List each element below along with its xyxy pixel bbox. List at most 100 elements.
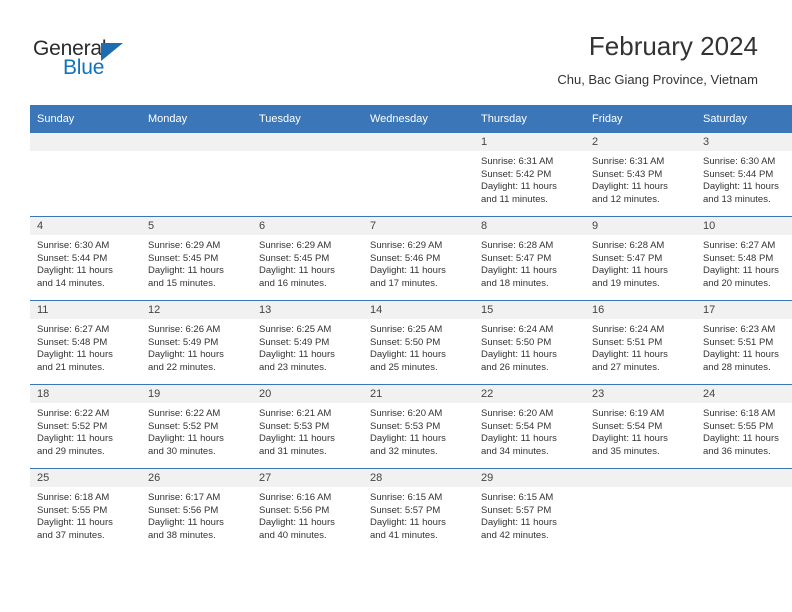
daylight-line-1: Daylight: 11 hours	[370, 265, 446, 277]
day-details: Sunrise: 6:22 AM Sunset: 5:52 PM Dayligh…	[141, 403, 252, 458]
calendar-day-cell[interactable]: 22 Sunrise: 6:20 AM Sunset: 5:54 PM Dayl…	[474, 384, 585, 469]
daylight-line-2: and 15 minutes.	[148, 277, 216, 289]
calendar-day-cell[interactable]: 14 Sunrise: 6:25 AM Sunset: 5:50 PM Dayl…	[363, 300, 474, 385]
calendar-day-cell[interactable]: 28 Sunrise: 6:15 AM Sunset: 5:57 PM Dayl…	[363, 468, 474, 552]
day-cell-inner	[30, 133, 141, 216]
sunset-line: Sunset: 5:57 PM	[370, 504, 441, 516]
sunset-line: Sunset: 5:55 PM	[37, 504, 108, 516]
day-cell-inner: 26 Sunrise: 6:17 AM Sunset: 5:56 PM Dayl…	[141, 469, 252, 552]
day-number	[696, 469, 792, 487]
calendar-day-cell[interactable]: 20 Sunrise: 6:21 AM Sunset: 5:53 PM Dayl…	[252, 384, 363, 469]
day-cell-inner: 28 Sunrise: 6:15 AM Sunset: 5:57 PM Dayl…	[363, 469, 474, 552]
daylight-line-2: and 29 minutes.	[37, 445, 105, 457]
sunset-line: Sunset: 5:57 PM	[481, 504, 552, 516]
calendar-day-cell[interactable]: 19 Sunrise: 6:22 AM Sunset: 5:52 PM Dayl…	[141, 384, 252, 469]
day-details: Sunrise: 6:30 AM Sunset: 5:44 PM Dayligh…	[30, 235, 141, 290]
calendar-day-cell[interactable]	[141, 133, 252, 217]
calendar-day-cell[interactable]: 15 Sunrise: 6:24 AM Sunset: 5:50 PM Dayl…	[474, 300, 585, 385]
day-cell-inner: 20 Sunrise: 6:21 AM Sunset: 5:53 PM Dayl…	[252, 385, 363, 468]
calendar-day-cell[interactable]	[585, 468, 696, 552]
day-details: Sunrise: 6:15 AM Sunset: 5:57 PM Dayligh…	[363, 487, 474, 542]
calendar-day-cell[interactable]: 12 Sunrise: 6:26 AM Sunset: 5:49 PM Dayl…	[141, 300, 252, 385]
calendar-day-cell[interactable]: 24 Sunrise: 6:18 AM Sunset: 5:55 PM Dayl…	[696, 384, 792, 469]
weekday-header-wednesday: Wednesday	[363, 105, 474, 133]
sunset-line: Sunset: 5:44 PM	[703, 168, 774, 180]
daylight-line-1: Daylight: 11 hours	[592, 433, 668, 445]
calendar-day-cell[interactable]: 16 Sunrise: 6:24 AM Sunset: 5:51 PM Dayl…	[585, 300, 696, 385]
calendar-day-cell[interactable]	[252, 133, 363, 217]
calendar-day-cell[interactable]: 4 Sunrise: 6:30 AM Sunset: 5:44 PM Dayli…	[30, 216, 141, 301]
weekday-header-sunday: Sunday	[30, 105, 141, 133]
sunrise-line: Sunrise: 6:28 AM	[481, 240, 554, 251]
calendar-day-cell[interactable]: 5 Sunrise: 6:29 AM Sunset: 5:45 PM Dayli…	[141, 216, 252, 301]
calendar-day-cell[interactable]: 3 Sunrise: 6:30 AM Sunset: 5:44 PM Dayli…	[696, 133, 792, 217]
sunrise-line: Sunrise: 6:31 AM	[481, 156, 554, 167]
daylight-line-2: and 18 minutes.	[481, 277, 549, 289]
calendar-day-cell[interactable]	[30, 133, 141, 217]
calendar-day-cell[interactable]: 2 Sunrise: 6:31 AM Sunset: 5:43 PM Dayli…	[585, 133, 696, 217]
calendar-day-cell[interactable]: 25 Sunrise: 6:18 AM Sunset: 5:55 PM Dayl…	[30, 468, 141, 552]
calendar-table: Sunday Monday Tuesday Wednesday Thursday…	[30, 105, 792, 552]
day-number: 23	[585, 385, 696, 403]
daylight-line-1: Daylight: 11 hours	[481, 517, 557, 529]
day-cell-inner: 7 Sunrise: 6:29 AM Sunset: 5:46 PM Dayli…	[363, 217, 474, 300]
sunset-line: Sunset: 5:55 PM	[703, 420, 774, 432]
sunset-line: Sunset: 5:54 PM	[481, 420, 552, 432]
sunrise-line: Sunrise: 6:30 AM	[37, 240, 110, 251]
calendar-day-cell[interactable]: 23 Sunrise: 6:19 AM Sunset: 5:54 PM Dayl…	[585, 384, 696, 469]
sunset-line: Sunset: 5:56 PM	[259, 504, 330, 516]
sunset-line: Sunset: 5:47 PM	[592, 252, 663, 264]
daylight-line-2: and 32 minutes.	[370, 445, 438, 457]
sunset-line: Sunset: 5:47 PM	[481, 252, 552, 264]
weekday-header-tuesday: Tuesday	[252, 105, 363, 133]
daylight-line-2: and 12 minutes.	[592, 193, 660, 205]
calendar-day-cell[interactable]: 1 Sunrise: 6:31 AM Sunset: 5:42 PM Dayli…	[474, 133, 585, 217]
calendar-body: 1 Sunrise: 6:31 AM Sunset: 5:42 PM Dayli…	[30, 133, 792, 552]
sunset-line: Sunset: 5:52 PM	[148, 420, 219, 432]
calendar-day-cell[interactable]: 21 Sunrise: 6:20 AM Sunset: 5:53 PM Dayl…	[363, 384, 474, 469]
day-details: Sunrise: 6:29 AM Sunset: 5:45 PM Dayligh…	[141, 235, 252, 290]
sunset-line: Sunset: 5:49 PM	[148, 336, 219, 348]
calendar-day-cell[interactable]: 8 Sunrise: 6:28 AM Sunset: 5:47 PM Dayli…	[474, 216, 585, 301]
day-cell-inner: 5 Sunrise: 6:29 AM Sunset: 5:45 PM Dayli…	[141, 217, 252, 300]
calendar-day-cell[interactable]: 9 Sunrise: 6:28 AM Sunset: 5:47 PM Dayli…	[585, 216, 696, 301]
day-number: 4	[30, 217, 141, 235]
calendar-day-cell[interactable]: 10 Sunrise: 6:27 AM Sunset: 5:48 PM Dayl…	[696, 216, 792, 301]
calendar-day-cell[interactable]: 27 Sunrise: 6:16 AM Sunset: 5:56 PM Dayl…	[252, 468, 363, 552]
calendar-day-cell[interactable]: 13 Sunrise: 6:25 AM Sunset: 5:49 PM Dayl…	[252, 300, 363, 385]
calendar-day-cell[interactable]: 6 Sunrise: 6:29 AM Sunset: 5:45 PM Dayli…	[252, 216, 363, 301]
day-cell-inner: 22 Sunrise: 6:20 AM Sunset: 5:54 PM Dayl…	[474, 385, 585, 468]
sunrise-line: Sunrise: 6:31 AM	[592, 156, 665, 167]
day-cell-inner: 9 Sunrise: 6:28 AM Sunset: 5:47 PM Dayli…	[585, 217, 696, 300]
calendar-day-cell[interactable]: 29 Sunrise: 6:15 AM Sunset: 5:57 PM Dayl…	[474, 468, 585, 552]
calendar-day-cell[interactable]	[363, 133, 474, 217]
day-cell-inner	[696, 469, 792, 552]
sunrise-line: Sunrise: 6:20 AM	[370, 408, 443, 419]
daylight-line-2: and 34 minutes.	[481, 445, 549, 457]
day-number: 11	[30, 301, 141, 319]
day-number: 19	[141, 385, 252, 403]
day-cell-inner: 21 Sunrise: 6:20 AM Sunset: 5:53 PM Dayl…	[363, 385, 474, 468]
calendar-day-cell[interactable]: 17 Sunrise: 6:23 AM Sunset: 5:51 PM Dayl…	[696, 300, 792, 385]
calendar-day-cell[interactable]: 7 Sunrise: 6:29 AM Sunset: 5:46 PM Dayli…	[363, 216, 474, 301]
sunset-line: Sunset: 5:51 PM	[703, 336, 774, 348]
day-cell-inner: 6 Sunrise: 6:29 AM Sunset: 5:45 PM Dayli…	[252, 217, 363, 300]
sunset-line: Sunset: 5:56 PM	[148, 504, 219, 516]
daylight-line-1: Daylight: 11 hours	[148, 433, 224, 445]
sunrise-line: Sunrise: 6:20 AM	[481, 408, 554, 419]
day-cell-inner: 29 Sunrise: 6:15 AM Sunset: 5:57 PM Dayl…	[474, 469, 585, 552]
location-subtitle: Chu, Bac Giang Province, Vietnam	[557, 72, 758, 87]
sunset-line: Sunset: 5:43 PM	[592, 168, 663, 180]
calendar-day-cell[interactable]: 26 Sunrise: 6:17 AM Sunset: 5:56 PM Dayl…	[141, 468, 252, 552]
daylight-line-2: and 22 minutes.	[148, 361, 216, 373]
daylight-line-2: and 19 minutes.	[592, 277, 660, 289]
calendar-day-cell[interactable]: 11 Sunrise: 6:27 AM Sunset: 5:48 PM Dayl…	[30, 300, 141, 385]
calendar-day-cell[interactable]: 18 Sunrise: 6:22 AM Sunset: 5:52 PM Dayl…	[30, 384, 141, 469]
sunrise-line: Sunrise: 6:18 AM	[703, 408, 776, 419]
calendar-day-cell[interactable]	[696, 468, 792, 552]
day-details: Sunrise: 6:25 AM Sunset: 5:50 PM Dayligh…	[363, 319, 474, 374]
general-blue-logo[interactable]: General Blue	[33, 38, 153, 86]
day-cell-inner: 2 Sunrise: 6:31 AM Sunset: 5:43 PM Dayli…	[585, 133, 696, 216]
daylight-line-2: and 30 minutes.	[148, 445, 216, 457]
daylight-line-1: Daylight: 11 hours	[703, 433, 779, 445]
